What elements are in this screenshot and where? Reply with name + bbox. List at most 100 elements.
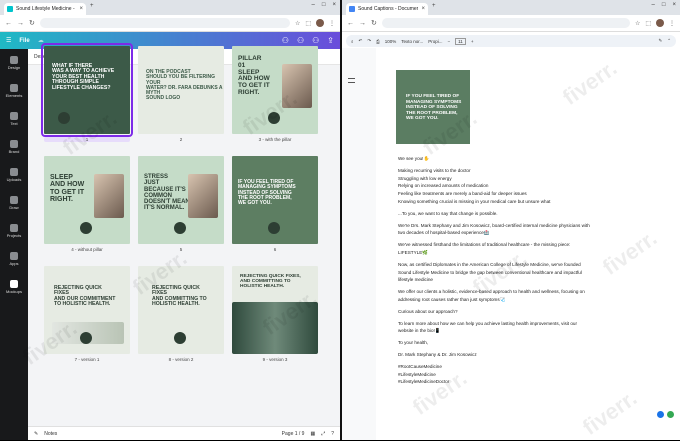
profile-avatar[interactable] [316, 19, 324, 27]
document-line[interactable]: Sound Lifestyle Medicine to bridge the g… [398, 270, 582, 275]
upload-share-icon[interactable]: ⇪ [327, 36, 334, 45]
page-text-line: HOLISTIC HEALTH. [152, 301, 200, 308]
document-line[interactable]: Making recurring visits to the doctor [398, 168, 471, 173]
hamburger-menu-icon[interactable]: ☰ [6, 37, 11, 44]
rail-item-mockups[interactable]: Mockups [0, 273, 28, 301]
document-line[interactable]: Curious about our approach? [398, 309, 458, 314]
file-menu[interactable]: File [19, 38, 29, 44]
menu-kebab-icon[interactable]: ⋮ [329, 20, 335, 27]
document-line[interactable]: To learn more about how we can help you … [398, 321, 577, 326]
back-icon[interactable]: ← [347, 20, 354, 27]
fullscreen-icon[interactable]: ⤢ [321, 431, 325, 437]
document-line[interactable]: Struggling with low energy [398, 176, 452, 181]
document-line[interactable]: #LifestyleMedicine [398, 372, 436, 377]
bookmark-star-icon[interactable]: ☆ [295, 20, 300, 27]
document-line[interactable]: website in the bio!📱 [398, 328, 441, 334]
document-line[interactable]: Dr. Mark Stephany & Dr. Jim Kosowicz [398, 352, 477, 357]
forward-icon[interactable]: → [359, 20, 366, 27]
document-line[interactable]: #LifestyleMedicineDoctor [398, 379, 449, 384]
grid-view-icon[interactable]: ▦ [310, 431, 315, 437]
new-tab-icon[interactable]: + [90, 3, 94, 9]
extension-icon[interactable]: ⬚ [645, 20, 651, 27]
close-tab-icon[interactable]: × [79, 6, 83, 12]
document-page[interactable]: IF YOU FEEL TIRED OF MANAGING SYMPTOMS INS… [376, 48, 680, 440]
reload-icon[interactable]: ↻ [29, 19, 35, 27]
page-thumbnail[interactable]: REJECTING QUICK FIXES AND COMMITTING TO HOL… [138, 266, 224, 354]
minimize-icon[interactable]: – [652, 2, 655, 8]
outline-icon[interactable] [348, 78, 355, 83]
print-icon[interactable]: ⎙ [376, 39, 380, 44]
document-line[interactable]: LIFESTYLE🌿 [398, 250, 428, 256]
document-line[interactable]: Knowing something crucial is missing in … [398, 199, 550, 204]
browser-tab[interactable]: Sound Lifestyle Medicine - ... × [4, 3, 86, 15]
document-line[interactable]: lifestyle medicine [398, 277, 433, 282]
document-line[interactable]: We see you!✋ [398, 156, 429, 162]
rail-item-apps[interactable]: Apps [0, 245, 28, 273]
document-line[interactable]: Now, as certified Diplomates in the Amer… [398, 262, 581, 267]
gemini-icon[interactable] [667, 411, 674, 418]
profile-avatar[interactable] [656, 19, 664, 27]
rail-item-projects[interactable]: Projects [0, 217, 28, 245]
font-size-input[interactable]: 11 [455, 37, 466, 45]
collapse-toolbar-icon[interactable]: ⌃ [667, 38, 671, 44]
font-select[interactable]: Propi... [428, 39, 442, 44]
new-tab-icon[interactable]: + [432, 3, 436, 9]
reload-icon[interactable]: ↻ [371, 19, 377, 27]
notes-button[interactable]: Notes [44, 431, 57, 437]
page-thumbnail[interactable]: REJECTING QUICK FIXES AND OUR COMMITMENT TO… [44, 266, 130, 354]
page-thumbnail[interactable]: WHAT IF THERE WAS A WAY TO ACHIEVE YOUR BE… [41, 43, 133, 137]
share-people-icon[interactable]: ⚇ [282, 36, 289, 45]
rail-item-brand[interactable]: Brand [0, 133, 28, 161]
address-input[interactable] [39, 18, 290, 28]
search-menus-icon[interactable]: ⌕ [351, 39, 354, 44]
browser-tab[interactable]: Sound Captions - Document × [346, 3, 428, 15]
rail-item-elements[interactable]: Elements [0, 77, 28, 105]
help-icon[interactable]: ? [331, 431, 334, 437]
document-line[interactable]: two decades of hospital-based experience… [398, 230, 490, 236]
outline-toggle[interactable] [348, 78, 355, 83]
undo-icon[interactable]: ↶ [359, 38, 363, 44]
redo-icon[interactable]: ↷ [367, 38, 371, 44]
zoom-select[interactable]: 100% [385, 39, 397, 44]
explore-icon[interactable] [657, 411, 664, 418]
address-input[interactable] [381, 18, 630, 28]
page-thumbnail[interactable]: REJECTING QUICK FIXES, AND COMMITTING TO H… [232, 266, 318, 354]
document-line[interactable]: #RootCauseMedicine [398, 364, 442, 369]
edit-mode-icon[interactable]: ✎ [658, 38, 662, 44]
close-tab-icon[interactable]: × [421, 6, 425, 12]
rail-item-uploads[interactable]: Uploads [0, 161, 28, 189]
embedded-post-image[interactable]: IF YOU FEEL TIRED OF MANAGING SYMPTOMS INS… [396, 70, 470, 144]
close-window-icon[interactable]: × [332, 2, 336, 8]
forward-icon[interactable]: → [17, 20, 24, 27]
document-line[interactable]: We offer our clients a holistic, evidenc… [398, 289, 585, 294]
page-thumbnail[interactable]: ON THE PODCAST Should you be filtering yo… [138, 46, 224, 134]
font-size-increase-icon[interactable]: + [471, 39, 474, 44]
collaborate-icon[interactable]: ⚇ [297, 36, 304, 45]
minimize-icon[interactable]: – [312, 2, 315, 8]
font-size-decrease-icon[interactable]: − [448, 39, 451, 44]
rail-item-draw[interactable]: Draw [0, 189, 28, 217]
document-line[interactable]: ...To you, we want to say that change is… [398, 211, 498, 216]
document-line[interactable]: We're Drs. Mark Stephany and Jim Kosowic… [398, 223, 590, 228]
maximize-icon[interactable]: □ [322, 2, 326, 8]
back-icon[interactable]: ← [5, 20, 12, 27]
style-select[interactable]: Texto nor... [401, 39, 423, 44]
comments-icon[interactable]: ⚇ [312, 36, 319, 45]
page-thumbnail[interactable]: SLEEP AND HOW TO GET IT RIGHT. [44, 156, 130, 244]
document-line[interactable]: Relying on increased amounts of medicati… [398, 183, 488, 188]
maximize-icon[interactable]: □ [662, 2, 666, 8]
bookmark-star-icon[interactable]: ☆ [635, 20, 640, 27]
page-thumbnail[interactable]: PILLAR 01 SLEEP AND HOW TO GET IT RIGHT. [232, 46, 318, 134]
document-line[interactable]: We've witnessed firsthand the limitation… [398, 242, 570, 247]
menu-kebab-icon[interactable]: ⋮ [669, 20, 675, 27]
document-line[interactable]: To your health, [398, 340, 428, 345]
document-line[interactable]: addressing root causes rather than just … [398, 297, 505, 303]
rail-item-design[interactable]: Design [0, 49, 28, 77]
rail-item-text[interactable]: Text [0, 105, 28, 133]
close-window-icon[interactable]: × [672, 2, 676, 8]
extension-icon[interactable]: ⬚ [305, 20, 311, 27]
page-thumbnail[interactable]: IF YOU FEEL TIRED OF MANAGING SYMPTOMS INS… [232, 156, 318, 244]
document-line[interactable]: Feeling like treatments are merely a ban… [398, 191, 527, 196]
page-thumbnail[interactable]: STRESS JUST BECAUSE IT'S COMMON DOESN'T MEAN… [138, 156, 224, 244]
notes-icon[interactable]: ✎ [34, 431, 38, 437]
